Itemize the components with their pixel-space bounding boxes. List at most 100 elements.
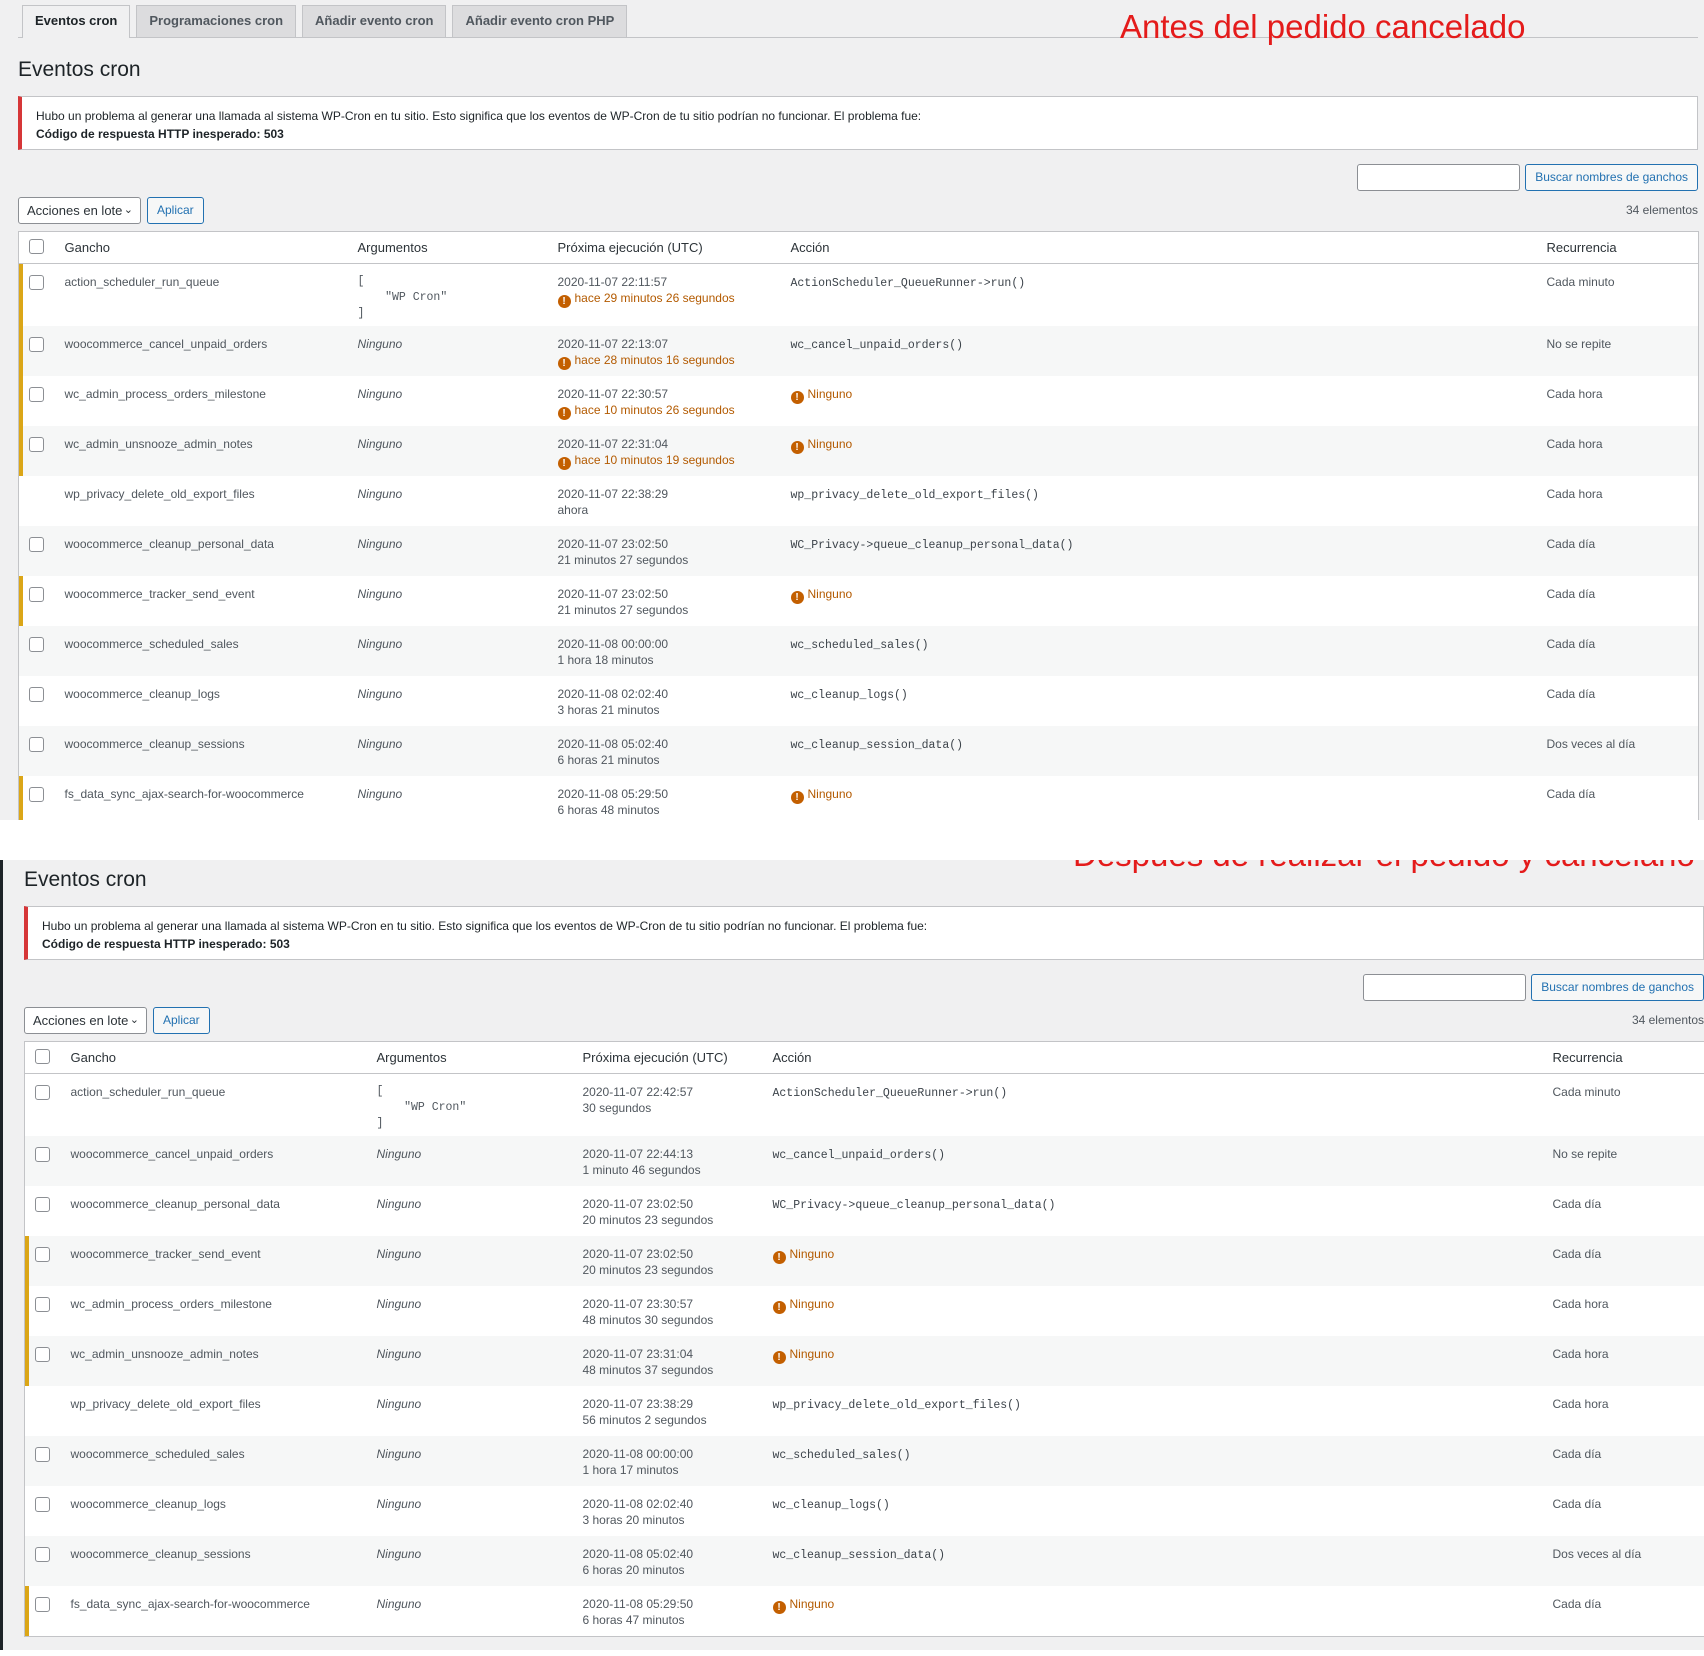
- row-checkbox[interactable]: [35, 1147, 50, 1162]
- hook-name[interactable]: wc_admin_process_orders_milestone: [63, 1286, 369, 1336]
- hook-name[interactable]: woocommerce_cancel_unpaid_orders: [56, 326, 350, 376]
- action-label: Ninguno: [807, 787, 853, 801]
- hook-name[interactable]: woocommerce_cleanup_sessions: [62, 1536, 369, 1586]
- row-checkbox[interactable]: [29, 387, 44, 402]
- action-callback: wp_privacy_delete_old_export_files(): [790, 489, 1039, 502]
- action-label: Ninguno: [789, 1247, 835, 1261]
- next-run-relative: 6 horas 20 minutos: [583, 1562, 757, 1578]
- next-run-relative: ahora: [558, 502, 775, 518]
- hook-name[interactable]: woocommerce_cleanup_personal_data: [63, 1186, 369, 1236]
- row-checkbox[interactable]: [29, 275, 44, 290]
- recurrence-cell: Cada hora: [1552, 1297, 1609, 1311]
- tab-add-cron-event[interactable]: Añadir evento cron: [302, 5, 447, 37]
- argument-line: "WP Cron": [357, 291, 448, 304]
- row-checkbox[interactable]: [29, 587, 44, 602]
- hook-name[interactable]: woocommerce_tracker_send_event: [57, 576, 350, 626]
- row-checkbox[interactable]: [35, 1297, 50, 1312]
- hook-name[interactable]: fs_data_sync_ajax-search-for-woocommerce: [57, 776, 350, 820]
- row-checkbox[interactable]: [29, 537, 44, 552]
- hook-name[interactable]: wc_admin_process_orders_milestone: [57, 376, 350, 426]
- hook-name[interactable]: woocommerce_scheduled_sales: [62, 1436, 369, 1486]
- apply-button[interactable]: Aplicar: [147, 196, 204, 224]
- hook-name[interactable]: wc_admin_unsnooze_admin_notes: [62, 1336, 369, 1386]
- hook-name[interactable]: action_scheduler_run_queue: [63, 1074, 369, 1137]
- bulk-actions-select[interactable]: Acciones en lote ⌄: [24, 1006, 147, 1034]
- row-checkbox[interactable]: [35, 1347, 50, 1362]
- row-checkbox[interactable]: [35, 1085, 50, 1100]
- arguments-none: Ninguno: [357, 537, 403, 551]
- next-run-cell: 2020-11-07 23:38:29 56 minutos 2 segundos: [575, 1386, 765, 1436]
- hook-name[interactable]: woocommerce_scheduled_sales: [56, 626, 350, 676]
- row-checkbox[interactable]: [29, 337, 44, 352]
- hook-name[interactable]: action_scheduler_run_queue: [57, 264, 350, 327]
- row-checkbox[interactable]: [35, 1497, 50, 1512]
- action-cell: ActionScheduler_QueueRunner->run(): [783, 264, 1539, 327]
- column-next-run[interactable]: Próxima ejecución (UTC): [574, 1041, 765, 1074]
- argument-line: ]: [357, 307, 365, 320]
- row-checkbox[interactable]: [29, 637, 44, 652]
- column-action[interactable]: Acción: [764, 1041, 1545, 1074]
- column-recurrence[interactable]: Recurrencia: [1544, 1041, 1704, 1074]
- notice-detail: Código de respuesta HTTP inesperado: 503: [42, 937, 290, 951]
- recurrence-cell: Cada día: [1552, 1597, 1602, 1611]
- hook-name[interactable]: woocommerce_cancel_unpaid_orders: [62, 1136, 369, 1186]
- action-cell: wp_privacy_delete_old_export_files(): [783, 476, 1539, 526]
- row-checkbox[interactable]: [29, 787, 44, 802]
- row-checkbox[interactable]: [29, 687, 44, 702]
- action-cell: ! Ninguno: [783, 776, 1539, 820]
- hook-name[interactable]: woocommerce_cleanup_logs: [57, 676, 350, 726]
- search-input[interactable]: [1357, 164, 1521, 191]
- row-checkbox[interactable]: [29, 437, 44, 452]
- row-checkbox[interactable]: [35, 1247, 50, 1262]
- hook-name[interactable]: wp_privacy_delete_old_export_files: [57, 476, 350, 526]
- next-run-cell: 2020-11-07 23:31:04 48 minutos 37 segundo…: [574, 1336, 765, 1386]
- next-run-cell: 2020-11-08 02:02:40 3 horas 21 minutos: [550, 676, 783, 726]
- hook-name[interactable]: woocommerce_cleanup_personal_data: [56, 526, 350, 576]
- apply-button[interactable]: Aplicar: [153, 1006, 210, 1034]
- table-row: woocommerce_cleanup_sessions Ninguno 2020-…: [24, 1536, 1704, 1586]
- next-run-relative: 30 segundos: [583, 1100, 757, 1116]
- tab-add-php-cron-event[interactable]: Añadir evento cron PHP: [452, 5, 628, 37]
- next-run-relative: 3 horas 21 minutos: [558, 702, 775, 718]
- annotation-before: Antes del pedido cancelado: [1120, 8, 1526, 45]
- action-callback: wc_cancel_unpaid_orders(): [790, 339, 964, 352]
- row-checkbox[interactable]: [29, 737, 44, 752]
- row-checkbox[interactable]: [35, 1447, 50, 1462]
- column-next-run[interactable]: Próxima ejecución (UTC): [549, 231, 783, 264]
- next-run-date: 2020-11-08 02:02:40: [557, 687, 669, 701]
- search-hooks-button[interactable]: Buscar nombres de ganchos: [1525, 164, 1698, 191]
- column-recurrence[interactable]: Recurrencia: [1538, 231, 1699, 264]
- hook-name[interactable]: wp_privacy_delete_old_export_files: [63, 1386, 369, 1436]
- column-hook[interactable]: Gancho: [62, 1041, 369, 1074]
- row-checkbox[interactable]: [35, 1597, 50, 1612]
- bulk-actions-select[interactable]: Acciones en lote ⌄: [18, 196, 141, 224]
- hook-name[interactable]: woocommerce_cleanup_logs: [63, 1486, 369, 1536]
- search-hooks-button[interactable]: Buscar nombres de ganchos: [1531, 974, 1704, 1001]
- select-all-checkbox[interactable]: [29, 239, 44, 254]
- arguments-cell: Ninguno: [369, 1486, 575, 1536]
- action-none: ! Ninguno: [772, 1247, 835, 1264]
- hook-name[interactable]: woocommerce_cleanup_sessions: [56, 726, 350, 776]
- select-all-checkbox[interactable]: [35, 1049, 50, 1064]
- table-row: action_scheduler_run_queue[ "WP Cron"] 20…: [25, 1074, 1704, 1137]
- tab-cron-events[interactable]: Eventos cron: [22, 5, 131, 38]
- column-args[interactable]: Argumentos: [368, 1041, 575, 1074]
- checkbox-cell: [18, 326, 57, 376]
- hook-name[interactable]: fs_data_sync_ajax-search-for-woocommerce: [63, 1586, 369, 1636]
- search-input[interactable]: [1363, 974, 1527, 1001]
- hook-name[interactable]: woocommerce_tracker_send_event: [62, 1236, 369, 1286]
- cron-events-table: Gancho Argumentos Próxima ejecución (UTC…: [24, 1041, 1704, 1637]
- next-run-relative: 1 hora 18 minutos: [558, 652, 775, 668]
- next-run-relative: 6 horas 48 minutos: [558, 802, 775, 818]
- column-action[interactable]: Acción: [782, 231, 1539, 264]
- tab-cron-schedules[interactable]: Programaciones cron: [136, 5, 297, 37]
- row-checkbox[interactable]: [35, 1197, 50, 1212]
- action-label: Ninguno: [789, 1297, 835, 1311]
- table-header-row: Gancho Argumentos Próxima ejecución (UTC…: [18, 231, 1699, 264]
- column-args[interactable]: Argumentos: [349, 231, 550, 264]
- row-checkbox[interactable]: [35, 1547, 50, 1562]
- column-hook[interactable]: Gancho: [56, 231, 350, 264]
- next-run-cell: 2020-11-07 22:44:13 1 minuto 46 segundos: [574, 1136, 765, 1186]
- hook-name[interactable]: wc_admin_unsnooze_admin_notes: [56, 426, 350, 476]
- arguments-none: Ninguno: [357, 787, 403, 801]
